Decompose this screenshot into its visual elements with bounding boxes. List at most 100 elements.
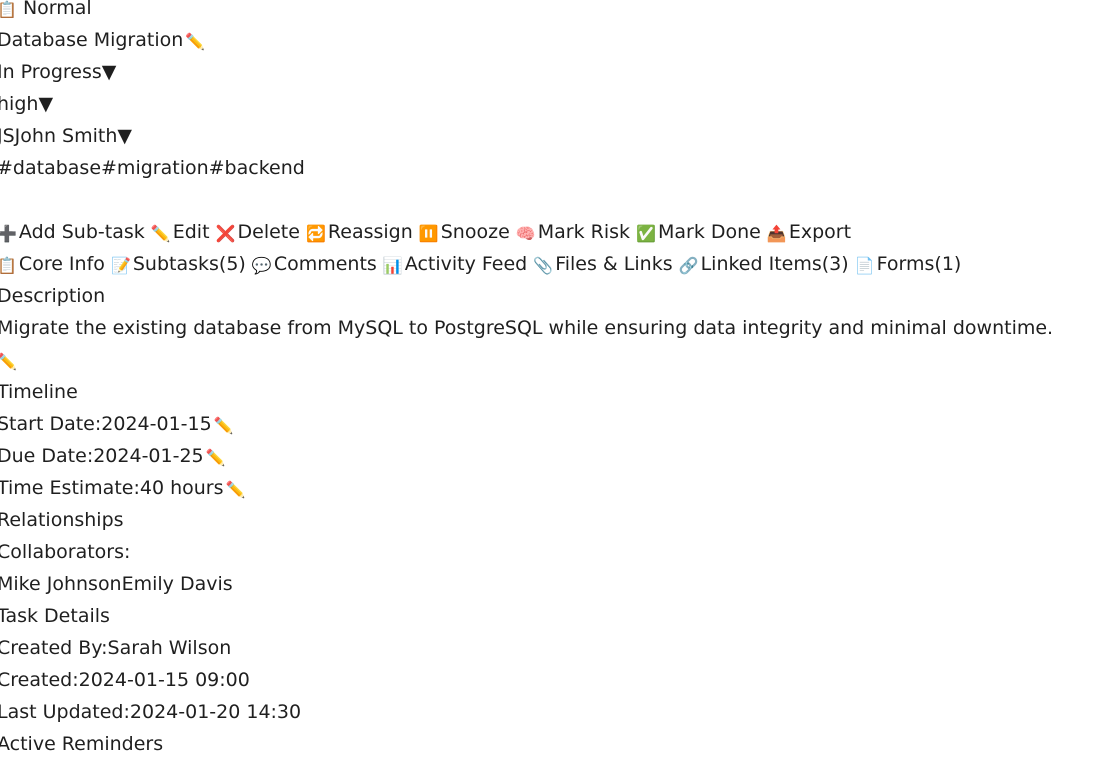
delete-button[interactable]: ❌ Delete [216,221,306,243]
priority-value: high [0,93,39,115]
created-by-row: Created By:Sarah Wilson [0,632,1092,664]
last-updated-row: Last Updated:2024-01-20 14:30 [0,696,1092,728]
created-label: Created: [0,669,79,691]
tag-chip[interactable]: #database [0,157,101,179]
created-value: 2024-01-15 09:00 [78,669,250,691]
priority-dropdown[interactable]: high▼ [0,88,1092,120]
action-label: Edit [172,221,210,243]
action-label: Export [788,221,852,243]
assignee-dropdown[interactable]: JSJohn Smith▼ [0,120,1092,152]
page-icon: 📄 [854,256,875,275]
collaborators-list: Mike JohnsonEmily Davis [0,568,1092,600]
action-label: Snooze [440,221,510,243]
brain-icon: 🧠 [515,224,536,243]
edit-button[interactable]: ✏️ Edit [151,221,216,243]
created-by-value: Sarah Wilson [107,637,232,659]
tab-label: Forms(1) [876,253,962,275]
time-estimate-row: Time Estimate:40 hours ✏️ [0,472,1092,504]
paperclip-icon: 📎 [533,256,554,275]
action-label: Delete [237,221,300,243]
add-sub-task-button[interactable]: ➕ Add Sub-task [0,221,151,243]
collaborators-label: Collaborators: [0,541,131,563]
start-date-row: Start Date:2024-01-15 ✏️ [0,408,1092,440]
last-updated-label: Last Updated: [0,701,130,723]
status-dropdown-caret-icon: ▼ [101,61,117,83]
clipboard-icon: 📋 [0,0,17,19]
pause-icon: ⏸️ [418,224,439,243]
tab-label: Subtasks(5) [132,253,246,275]
memo-icon: 📝 [110,256,131,275]
time-estimate-label: Time Estimate: [0,477,140,499]
priority-dropdown-caret-icon: ▼ [38,93,54,115]
task-title-row: Database Migration ✏️ [0,24,1092,56]
status-dropdown[interactable]: In Progress▼ [0,56,1092,88]
action-bar: ➕ Add Sub-task ✏️ Edit ❌ Delete 🔁 Reassign ⏸… [0,216,1092,248]
tab-label: Activity Feed [404,253,528,275]
active-reminders-heading: Active Reminders [0,733,164,755]
start-date-value: 2024-01-15 [101,413,212,435]
clipboard-icon: 📋 [0,256,17,275]
start-date-label: Start Date: [0,413,102,435]
assignee-dropdown-caret-icon: ▼ [117,125,132,147]
edit-description-row: ✏️ [0,344,1092,376]
description-heading: Description [0,285,106,307]
last-updated-value: 2024-01-20 14:30 [129,701,302,723]
action-label: Reassign [327,221,413,243]
tab-label: Core Info [18,253,105,275]
plus-icon: ➕ [0,224,17,243]
assignee-name: John Smith [14,125,118,147]
action-label: Add Sub-task [18,221,145,243]
task-type-row: 📋 Normal [0,0,1092,24]
tab-files-links[interactable]: 📎 Files & Links [533,253,678,275]
tab-label: Comments [273,253,377,275]
cross-icon: ❌ [215,224,236,243]
mark-risk-button[interactable]: 🧠 Mark Risk [516,221,636,243]
timeline-heading: Timeline [0,381,78,403]
tab-linked-items[interactable]: 🔗 Linked Items(3) [679,253,855,275]
task-detail-page: 📋 Normal Database Migration ✏️ In Progres… [0,0,1092,760]
edit-title-pencil-icon[interactable]: ✏️ [185,34,205,50]
task-title: Database Migration [0,29,184,51]
tag-chip[interactable]: #backend [209,157,305,179]
tab-core-info[interactable]: 📋 Core Info [0,253,111,275]
check-icon: ✅ [636,224,656,243]
repeat-icon: 🔁 [305,224,326,243]
description-text: Migrate the existing database from MySQL… [0,317,1054,339]
tab-bar: 📋 Core Info 📝 Subtasks(5) 💬 Comments 📊 Activ… [0,248,1092,280]
due-date-label: Due Date: [0,445,94,467]
link-icon: 🔗 [678,256,699,275]
tab-forms[interactable]: 📄 Forms(1) [855,253,962,275]
snooze-button[interactable]: ⏸️ Snooze [419,221,516,243]
bar-chart-icon: 📊 [382,256,403,275]
edit-time-estimate-pencil-icon[interactable]: ✏️ [226,482,246,498]
outbox-icon: 📤 [766,224,787,243]
tags-row: #database#migration#backend [0,152,1092,184]
assignee-avatar: JS [0,125,15,147]
action-label: Mark Done [657,221,761,243]
due-date-value: 2024-01-25 [93,445,204,467]
edit-due-date-pencil-icon[interactable]: ✏️ [206,450,226,466]
edit-start-date-pencil-icon[interactable]: ✏️ [214,418,234,434]
collaborator-name[interactable]: Emily Davis [122,573,233,595]
tag-chip[interactable]: #migration [101,157,209,179]
created-by-label: Created By: [0,637,108,659]
relationships-heading: Relationships [0,509,124,531]
action-label: Mark Risk [537,221,631,243]
time-estimate-value: 40 hours [139,477,224,499]
export-button[interactable]: 📤 Export [767,221,851,243]
task-details-heading: Task Details [0,605,110,627]
collaborator-name[interactable]: Mike Johnson [0,573,122,595]
speech-bubble-icon: 💬 [251,256,272,275]
status-value: In Progress [0,61,102,83]
edit-description-pencil-icon[interactable]: ✏️ [0,354,17,370]
created-row: Created:2024-01-15 09:00 [0,664,1092,696]
tab-subtasks[interactable]: 📝 Subtasks(5) [111,253,252,275]
due-date-row: Due Date:2024-01-25 ✏️ [0,440,1092,472]
tab-comments[interactable]: 💬 Comments [252,253,383,275]
reassign-button[interactable]: 🔁 Reassign [306,221,419,243]
tab-activity-feed[interactable]: 📊 Activity Feed [383,253,533,275]
tab-label: Linked Items(3) [700,253,849,275]
task-type-label: Normal [22,0,92,19]
mark-done-button[interactable]: ✅ Mark Done [636,221,767,243]
